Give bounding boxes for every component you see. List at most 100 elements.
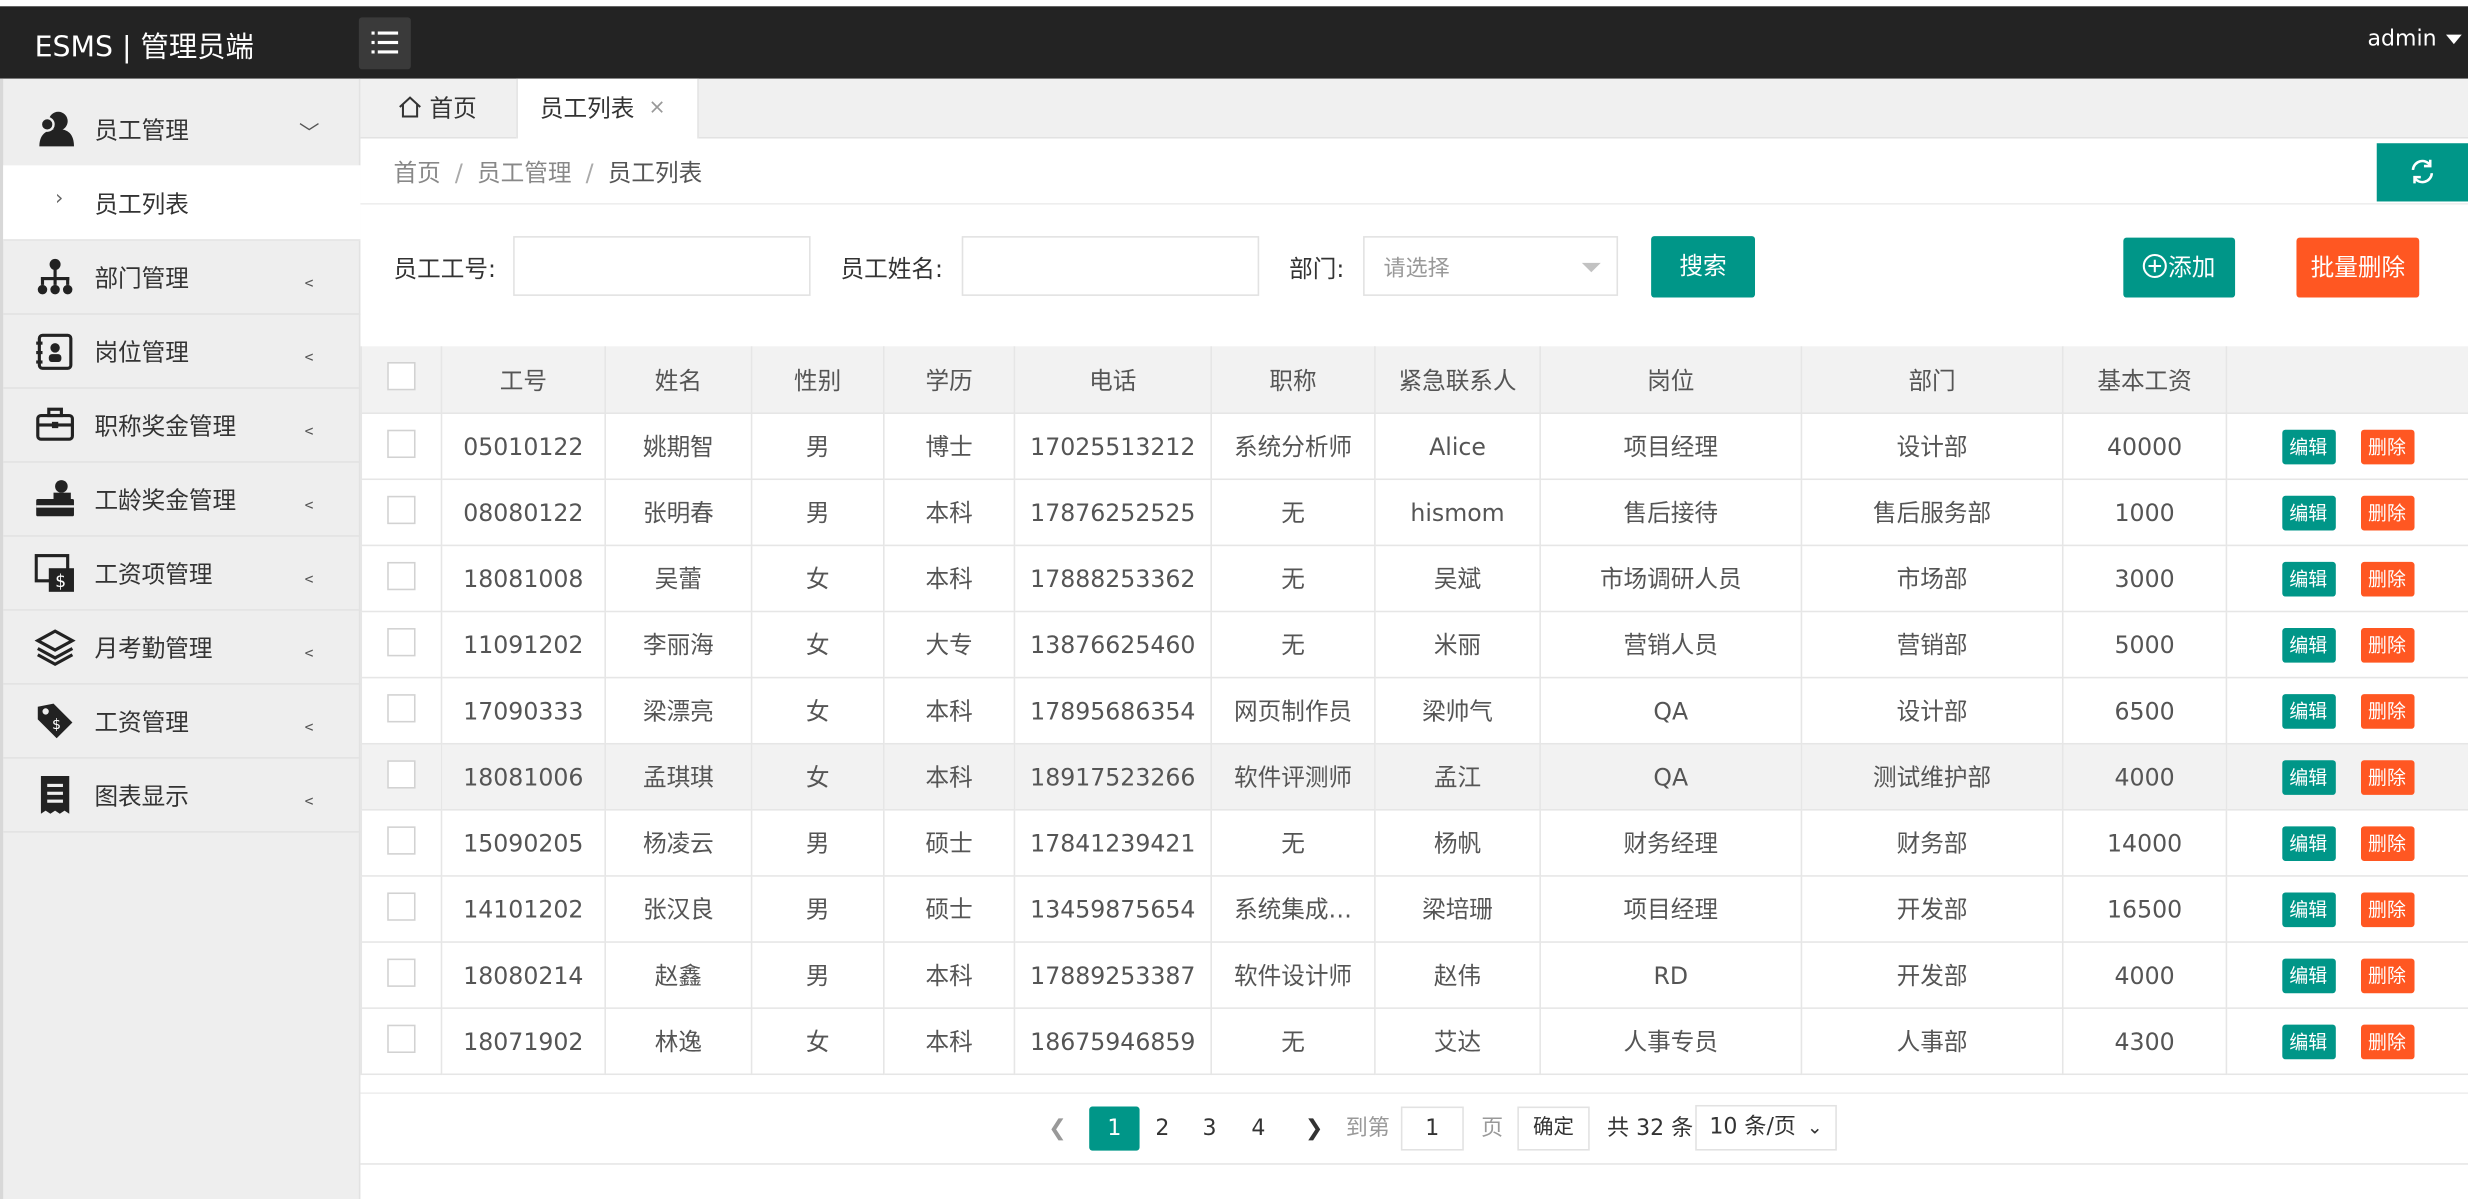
table-cell: 17090333 xyxy=(440,676,606,745)
row-checkbox[interactable] xyxy=(387,428,416,458)
table-cell: 杨帆 xyxy=(1374,809,1541,877)
table-cell: 4000 xyxy=(2061,941,2228,1009)
employee-id-input[interactable] xyxy=(513,236,811,296)
edit-button[interactable]: 编辑 xyxy=(2281,1023,2336,1059)
page-size-value: 10 条/页 xyxy=(1709,1114,1796,1140)
page-button[interactable]: 2 xyxy=(1155,1107,1169,1151)
page-size-select[interactable]: 10 条/页 ⌄ xyxy=(1695,1104,1837,1151)
edit-button[interactable]: 编辑 xyxy=(2281,693,2336,728)
delete-button[interactable]: 删除 xyxy=(2360,627,2414,662)
salary-item-icon: $ xyxy=(34,554,74,592)
delete-button[interactable]: 删除 xyxy=(2360,957,2414,993)
sidebar-item-employee[interactable]: 员工管理 ﹀ xyxy=(3,91,361,167)
row-checkbox[interactable] xyxy=(387,561,416,590)
users-icon xyxy=(39,111,74,147)
edit-button[interactable]: 编辑 xyxy=(2281,561,2336,596)
tab-bar: 首页 员工列表 × xyxy=(360,78,2468,139)
search-button[interactable]: 搜索 xyxy=(1651,236,1756,298)
delete-button[interactable]: 删除 xyxy=(2360,495,2414,530)
close-icon[interactable]: × xyxy=(648,79,665,139)
sidebar-item-position[interactable]: 岗位管理 ﹤ xyxy=(3,313,361,389)
breadcrumb-employee-mgmt[interactable]: 员工管理 xyxy=(477,159,571,187)
delete-button[interactable]: 删除 xyxy=(2360,561,2414,596)
table-cell: 无 xyxy=(1210,478,1376,547)
table-cell: 18081008 xyxy=(440,544,606,613)
sidebar-item-charts[interactable]: 图表显示 ﹤ xyxy=(3,757,361,833)
user-name: admin xyxy=(2367,26,2437,52)
pagination: ❮ 1 2 3 4 ❯ 到第 1 页 确定 共 32 条 10 条/页 ⌄ xyxy=(360,1092,2468,1165)
menu-icon xyxy=(371,31,399,54)
delete-button[interactable]: 删除 xyxy=(2360,693,2414,728)
edit-button[interactable]: 编辑 xyxy=(2281,759,2336,795)
goto-confirm-button[interactable]: 确定 xyxy=(1517,1106,1590,1151)
edit-button[interactable]: 编辑 xyxy=(2281,891,2336,927)
refresh-icon xyxy=(2411,159,2434,184)
employee-id-label: 员工工号: xyxy=(393,254,496,284)
table-cell: 17841239421 xyxy=(1013,809,1212,877)
prev-page-icon[interactable]: ❮ xyxy=(1048,1107,1066,1151)
refresh-button[interactable] xyxy=(2376,143,2468,202)
table-cell: 17888253362 xyxy=(1013,544,1212,613)
employee-name-input[interactable] xyxy=(961,236,1260,296)
table-cell: 软件评测师 xyxy=(1210,742,1376,811)
table-cell: 艾达 xyxy=(1374,1007,1541,1076)
breadcrumb-home[interactable]: 首页 xyxy=(394,159,441,187)
delete-button[interactable]: 删除 xyxy=(2360,1023,2414,1059)
edit-button[interactable]: 编辑 xyxy=(2281,495,2336,530)
row-select-cell xyxy=(360,941,443,1009)
add-button[interactable]: 添加 xyxy=(2123,237,2236,298)
table-cell: 项目经理 xyxy=(1539,412,1803,481)
sidebar-item-salary[interactable]: $ 工资管理 ﹤ xyxy=(3,683,361,759)
sidebar-item-salary-items[interactable]: $ 工资项管理 ﹤ xyxy=(3,535,361,611)
user-menu[interactable]: admin xyxy=(2367,26,2462,52)
row-checkbox[interactable] xyxy=(387,759,416,788)
edit-button[interactable]: 编辑 xyxy=(2281,825,2336,861)
menu-toggle-button[interactable] xyxy=(358,17,411,70)
row-actions-cell: 编辑 删除 xyxy=(2225,1007,2468,1076)
select-all-checkbox[interactable] xyxy=(387,362,416,391)
layers-icon xyxy=(34,629,76,667)
delete-button[interactable]: 删除 xyxy=(2360,891,2414,927)
sidebar-item-attendance[interactable]: 月考勤管理 ﹤ xyxy=(3,609,361,685)
edit-button[interactable]: 编辑 xyxy=(2281,957,2336,993)
row-checkbox[interactable] xyxy=(387,495,416,524)
row-checkbox[interactable] xyxy=(387,1023,416,1053)
batch-delete-button[interactable]: 批量删除 xyxy=(2296,237,2420,298)
table-cell: 李丽海 xyxy=(604,610,753,679)
row-actions-cell: 编辑 删除 xyxy=(2225,412,2468,481)
table-row: 08080122 张明春男本科 17876252525 无 hismom 售后接待 售后服务… xyxy=(360,478,2468,547)
table-cell: 测试维护部 xyxy=(1800,742,2064,811)
row-checkbox[interactable] xyxy=(387,891,416,921)
table-cell: 18917523266 xyxy=(1013,742,1212,811)
sidebar-subitem-employee-list[interactable]: › 员工列表 xyxy=(3,165,361,241)
table-cell: 1000 xyxy=(2061,478,2228,547)
row-checkbox[interactable] xyxy=(387,627,416,656)
tab-employee-list[interactable]: 员工列表 × xyxy=(516,78,699,139)
chevron-left-icon: ﹤ xyxy=(299,344,320,369)
tab-home[interactable]: 首页 xyxy=(360,79,514,139)
page-button[interactable]: 4 xyxy=(1251,1107,1265,1151)
sidebar-item-seniority-bonus[interactable]: 工龄奖金管理 ﹤ xyxy=(3,461,361,537)
department-select[interactable]: 请选择 xyxy=(1363,236,1619,296)
next-page-icon[interactable]: ❯ xyxy=(1305,1107,1323,1151)
table-cell: 软件设计师 xyxy=(1210,941,1376,1009)
breadcrumb-current: 员工列表 xyxy=(607,158,703,188)
row-checkbox[interactable] xyxy=(387,957,416,987)
sidebar-item-title-bonus[interactable]: 职称奖金管理 ﹤ xyxy=(3,387,361,463)
row-select-cell xyxy=(360,676,443,745)
page-button[interactable]: 3 xyxy=(1203,1107,1217,1151)
table-cell: 男 xyxy=(750,875,885,943)
sidebar-item-department[interactable]: 部门管理 ﹤ xyxy=(3,239,361,315)
delete-button[interactable]: 删除 xyxy=(2360,825,2414,861)
row-checkbox[interactable] xyxy=(387,693,416,722)
edit-button[interactable]: 编辑 xyxy=(2281,428,2336,464)
page-button-current[interactable]: 1 xyxy=(1089,1106,1140,1151)
table-row: 18081008 吴蕾女本科 17888253362 无吴斌 市场调研人员 市场部 3000… xyxy=(360,544,2468,613)
edit-button[interactable]: 编辑 xyxy=(2281,627,2336,662)
goto-page-input[interactable]: 1 xyxy=(1400,1106,1464,1151)
home-icon xyxy=(399,96,422,118)
delete-button[interactable]: 删除 xyxy=(2360,428,2414,464)
row-checkbox[interactable] xyxy=(387,825,416,854)
delete-button[interactable]: 删除 xyxy=(2360,759,2414,795)
column-header: 工号 xyxy=(440,346,606,414)
